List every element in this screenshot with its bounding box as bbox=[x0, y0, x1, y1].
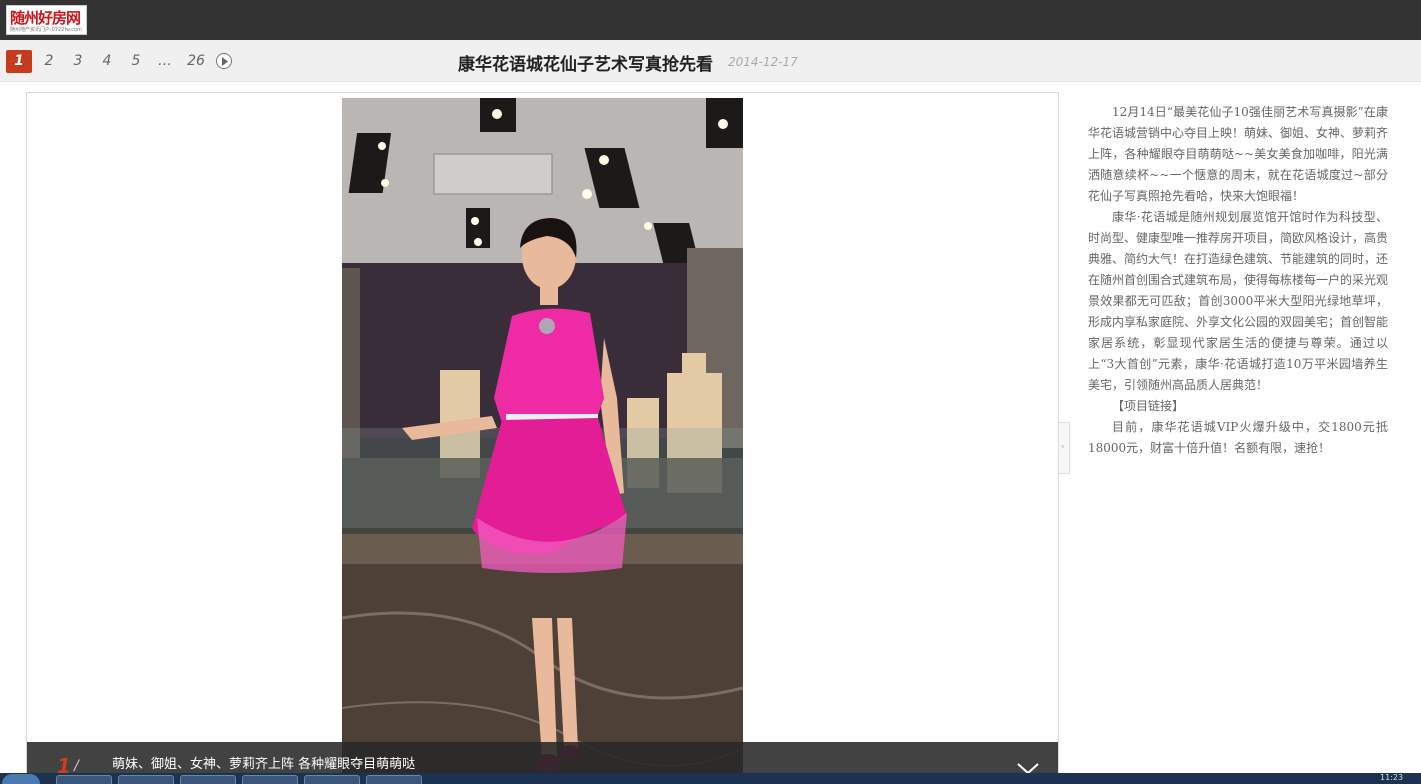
site-header: 随州好房网 随州地产资讯门户·0722fw.com bbox=[0, 0, 1421, 40]
article-date: 2014-12-17 bbox=[728, 55, 798, 69]
page-link-26[interactable]: 26 bbox=[185, 50, 207, 73]
os-taskbar: 11:23 bbox=[0, 773, 1421, 784]
chevron-right-icon bbox=[222, 57, 228, 66]
chevron-right-icon: › bbox=[1061, 442, 1065, 452]
logo-subtext: 随州地产资讯门户·0722fw.com bbox=[10, 27, 82, 33]
side-panel-toggle[interactable]: › bbox=[1058, 422, 1070, 474]
page-link-1[interactable]: 1 bbox=[6, 50, 32, 73]
title-bar: 1 2 3 4 5 … 26 康华花语城花仙子艺术写真抢先看 2014-12-1… bbox=[0, 40, 1421, 82]
taskbar-app-button[interactable] bbox=[366, 775, 422, 784]
description-paragraph: 目前，康华花语城VIP火爆升级中，交1800元抵18000元，财富十倍升值！名额… bbox=[1088, 420, 1388, 455]
page-link-4[interactable]: 4 bbox=[98, 50, 116, 73]
start-button[interactable] bbox=[2, 774, 40, 784]
page-link-2[interactable]: 2 bbox=[40, 50, 58, 73]
description-paragraph: 12月14日“最美花仙子10强佳丽艺术写真摄影”在康华花语城营销中心夺目上映！萌… bbox=[1088, 105, 1389, 203]
taskbar-app-button[interactable] bbox=[242, 775, 298, 784]
logo-text: 随州好房网 bbox=[10, 9, 81, 27]
description-paragraph: 康华·花语城是随州规划展览馆开馆时作为科技型、时尚型、健康型唯一推荐房开项目，简… bbox=[1088, 210, 1389, 392]
taskbar-app-button[interactable] bbox=[304, 775, 360, 784]
article-title: 康华花语城花仙子艺术写真抢先看 bbox=[458, 55, 713, 75]
description-paragraph: 【项目链接】 bbox=[1112, 399, 1185, 413]
caption-text: 萌妹、御姐、女神、萝莉齐上阵 各种耀眼夺目萌萌哒 bbox=[112, 757, 416, 772]
photo-illustration bbox=[342, 98, 743, 778]
caption-separator: / bbox=[74, 758, 79, 774]
taskbar-clock[interactable]: 11:23 bbox=[1380, 773, 1403, 782]
next-page-button[interactable] bbox=[216, 53, 232, 69]
page-ellipsis: … bbox=[158, 53, 172, 69]
gallery-photo[interactable] bbox=[342, 98, 743, 778]
taskbar-app-button[interactable] bbox=[56, 775, 112, 784]
page-link-5[interactable]: 5 bbox=[127, 50, 145, 73]
taskbar-app-button[interactable] bbox=[118, 775, 174, 784]
image-viewer: 1 / 萌妹、御姐、女神、萝莉齐上阵 各种耀眼夺目萌萌哒 bbox=[26, 92, 1059, 782]
article-description: 12月14日“最美花仙子10强佳丽艺术写真摄影”在康华花语城营销中心夺目上映！萌… bbox=[1088, 102, 1388, 459]
site-logo[interactable]: 随州好房网 随州地产资讯门户·0722fw.com bbox=[6, 5, 87, 35]
page-link-3[interactable]: 3 bbox=[69, 50, 87, 73]
taskbar-app-button[interactable] bbox=[180, 775, 236, 784]
